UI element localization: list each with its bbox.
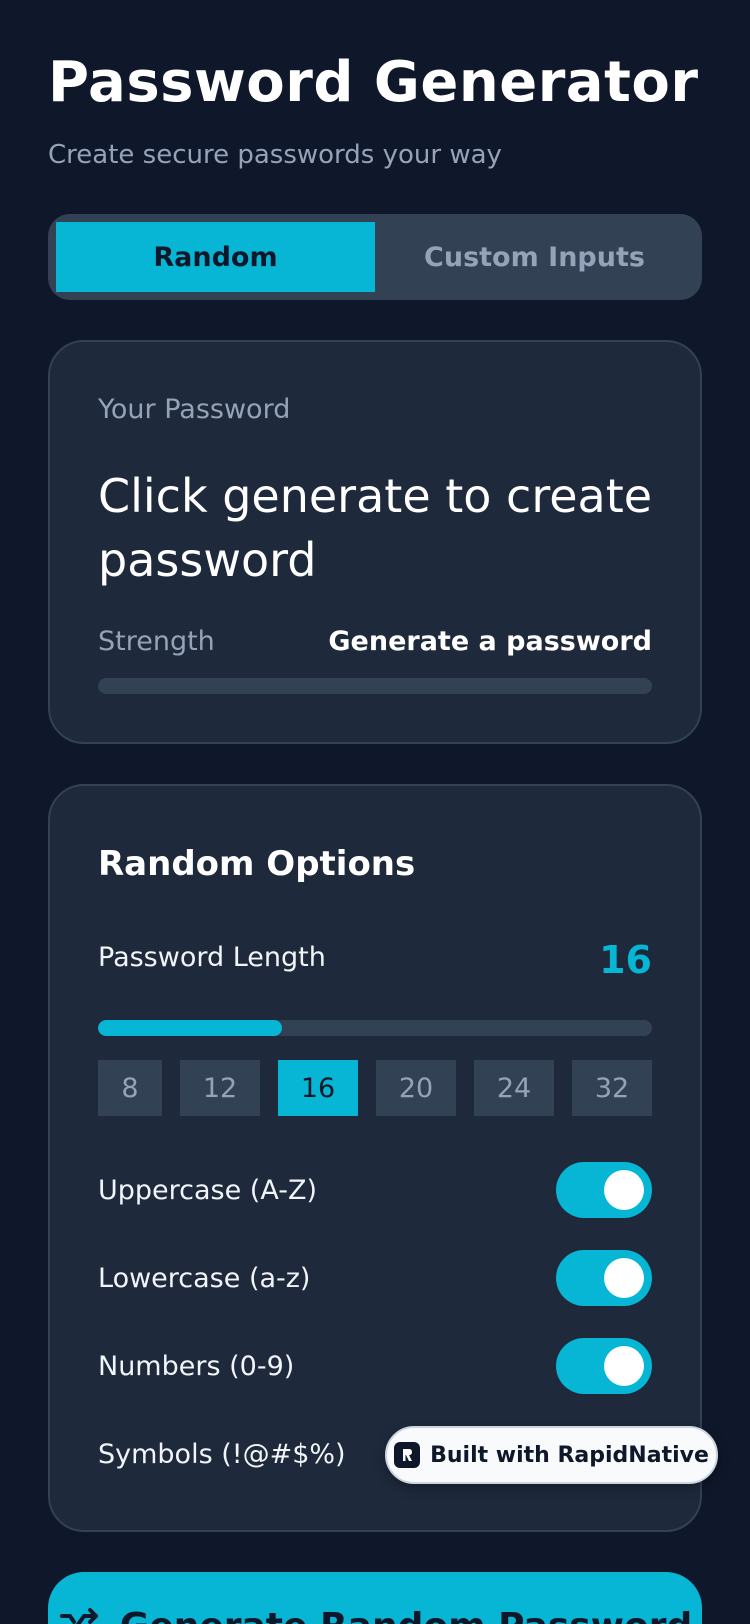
preset-24[interactable]: 24 [474, 1060, 554, 1116]
option-uppercase-label: Uppercase (A-Z) [98, 1174, 317, 1206]
option-lowercase: Lowercase (a-z) [98, 1250, 652, 1306]
rapidnative-logo-icon [394, 1442, 421, 1468]
lowercase-toggle[interactable] [556, 1250, 652, 1306]
option-numbers-label: Numbers (0-9) [98, 1350, 295, 1382]
option-numbers: Numbers (0-9) [98, 1338, 652, 1394]
option-symbols-label: Symbols (!@#$%) [98, 1438, 346, 1470]
strength-value: Generate a password [328, 626, 652, 657]
toggle-knob [604, 1258, 644, 1298]
shuffle-icon [58, 1606, 102, 1624]
strength-meter [98, 678, 652, 694]
preset-20[interactable]: 20 [376, 1060, 456, 1116]
length-slider-fill [98, 1020, 283, 1036]
option-lowercase-label: Lowercase (a-z) [98, 1262, 311, 1294]
options-card: Random Options Password Length 16 8 12 1… [48, 784, 702, 1532]
page-subtitle: Create secure passwords your way [48, 140, 502, 170]
tab-random[interactable]: Random [56, 222, 375, 292]
tab-custom-inputs[interactable]: Custom Inputs [375, 222, 694, 292]
length-value: 16 [599, 938, 652, 982]
length-presets: 8 12 16 20 24 32 [98, 1060, 652, 1116]
length-label: Password Length [98, 942, 326, 973]
preset-32[interactable]: 32 [572, 1060, 652, 1116]
uppercase-toggle[interactable] [556, 1162, 652, 1218]
badge-label: Built with RapidNative [430, 1442, 709, 1468]
password-card: Your Password Click generate to create p… [48, 340, 702, 744]
toggle-knob [604, 1170, 644, 1210]
page-title: Password Generator [48, 50, 699, 115]
strength-label: Strength [98, 626, 215, 657]
password-label: Your Password [98, 394, 291, 425]
built-with-badge[interactable]: Built with RapidNative [385, 1426, 718, 1484]
mode-tabs: Random Custom Inputs [48, 214, 702, 300]
password-display[interactable]: Click generate to create password [98, 464, 658, 592]
preset-16[interactable]: 16 [278, 1060, 358, 1116]
options-title: Random Options [98, 844, 416, 884]
preset-8[interactable]: 8 [98, 1060, 162, 1116]
toggle-knob [604, 1346, 644, 1386]
option-uppercase: Uppercase (A-Z) [98, 1162, 652, 1218]
length-slider[interactable] [98, 1020, 652, 1036]
preset-12[interactable]: 12 [180, 1060, 260, 1116]
generate-button[interactable]: Generate Random Password [48, 1572, 702, 1624]
numbers-toggle[interactable] [556, 1338, 652, 1394]
generate-button-label: Generate Random Password [120, 1606, 692, 1624]
